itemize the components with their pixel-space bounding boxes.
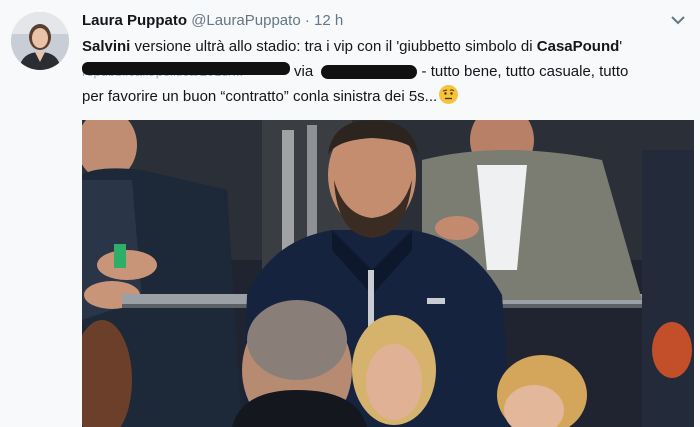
chevron-down-icon[interactable] <box>670 14 686 26</box>
line1-middle: versione ultrà allo stadio: tra i vip co… <box>130 38 537 55</box>
redaction-bar-handle <box>321 65 418 80</box>
author-name[interactable]: Laura Puppato <box>82 12 187 29</box>
mention-casapound: CasaPound <box>536 38 620 55</box>
author-avatar[interactable] <box>11 12 69 70</box>
raised-eyebrow-emoji-icon <box>439 85 459 104</box>
line2-tail: via - tutto bene, tutto casuale, tutto <box>294 59 628 84</box>
tweet-line-1: Salvini versione ultrà allo stadio: tra … <box>82 34 692 59</box>
author-handle[interactable]: @LauraPuppato <box>191 12 300 29</box>
line3-text: per favorire un buon “contratto” conla s… <box>82 88 438 105</box>
separator-dot: · <box>304 12 310 29</box>
tweet-photo[interactable] <box>82 120 694 427</box>
line1-end: ' <box>619 38 623 55</box>
tweet-text: Salvini versione ultrà allo stadio: tra … <box>82 34 692 109</box>
via-label: via <box>294 63 314 80</box>
tweet-header: Laura Puppato @LauraPuppato · 12 h <box>82 12 343 29</box>
tweet-line-3: per favorire un buon “contratto” conla s… <box>82 84 692 109</box>
redaction-bar-link <box>82 62 290 75</box>
tweet-card[interactable]: Laura Puppato @LauraPuppato · 12 h Salvi… <box>0 0 700 427</box>
tweet-timestamp[interactable]: 12 h <box>314 12 343 29</box>
line2-after: - tutto bene, tutto casuale, tutto <box>421 63 629 80</box>
mention-salvini: Salvini <box>82 38 131 55</box>
tweet-line-2: repubblica.it/politica/2018/... via - tu… <box>82 59 692 84</box>
